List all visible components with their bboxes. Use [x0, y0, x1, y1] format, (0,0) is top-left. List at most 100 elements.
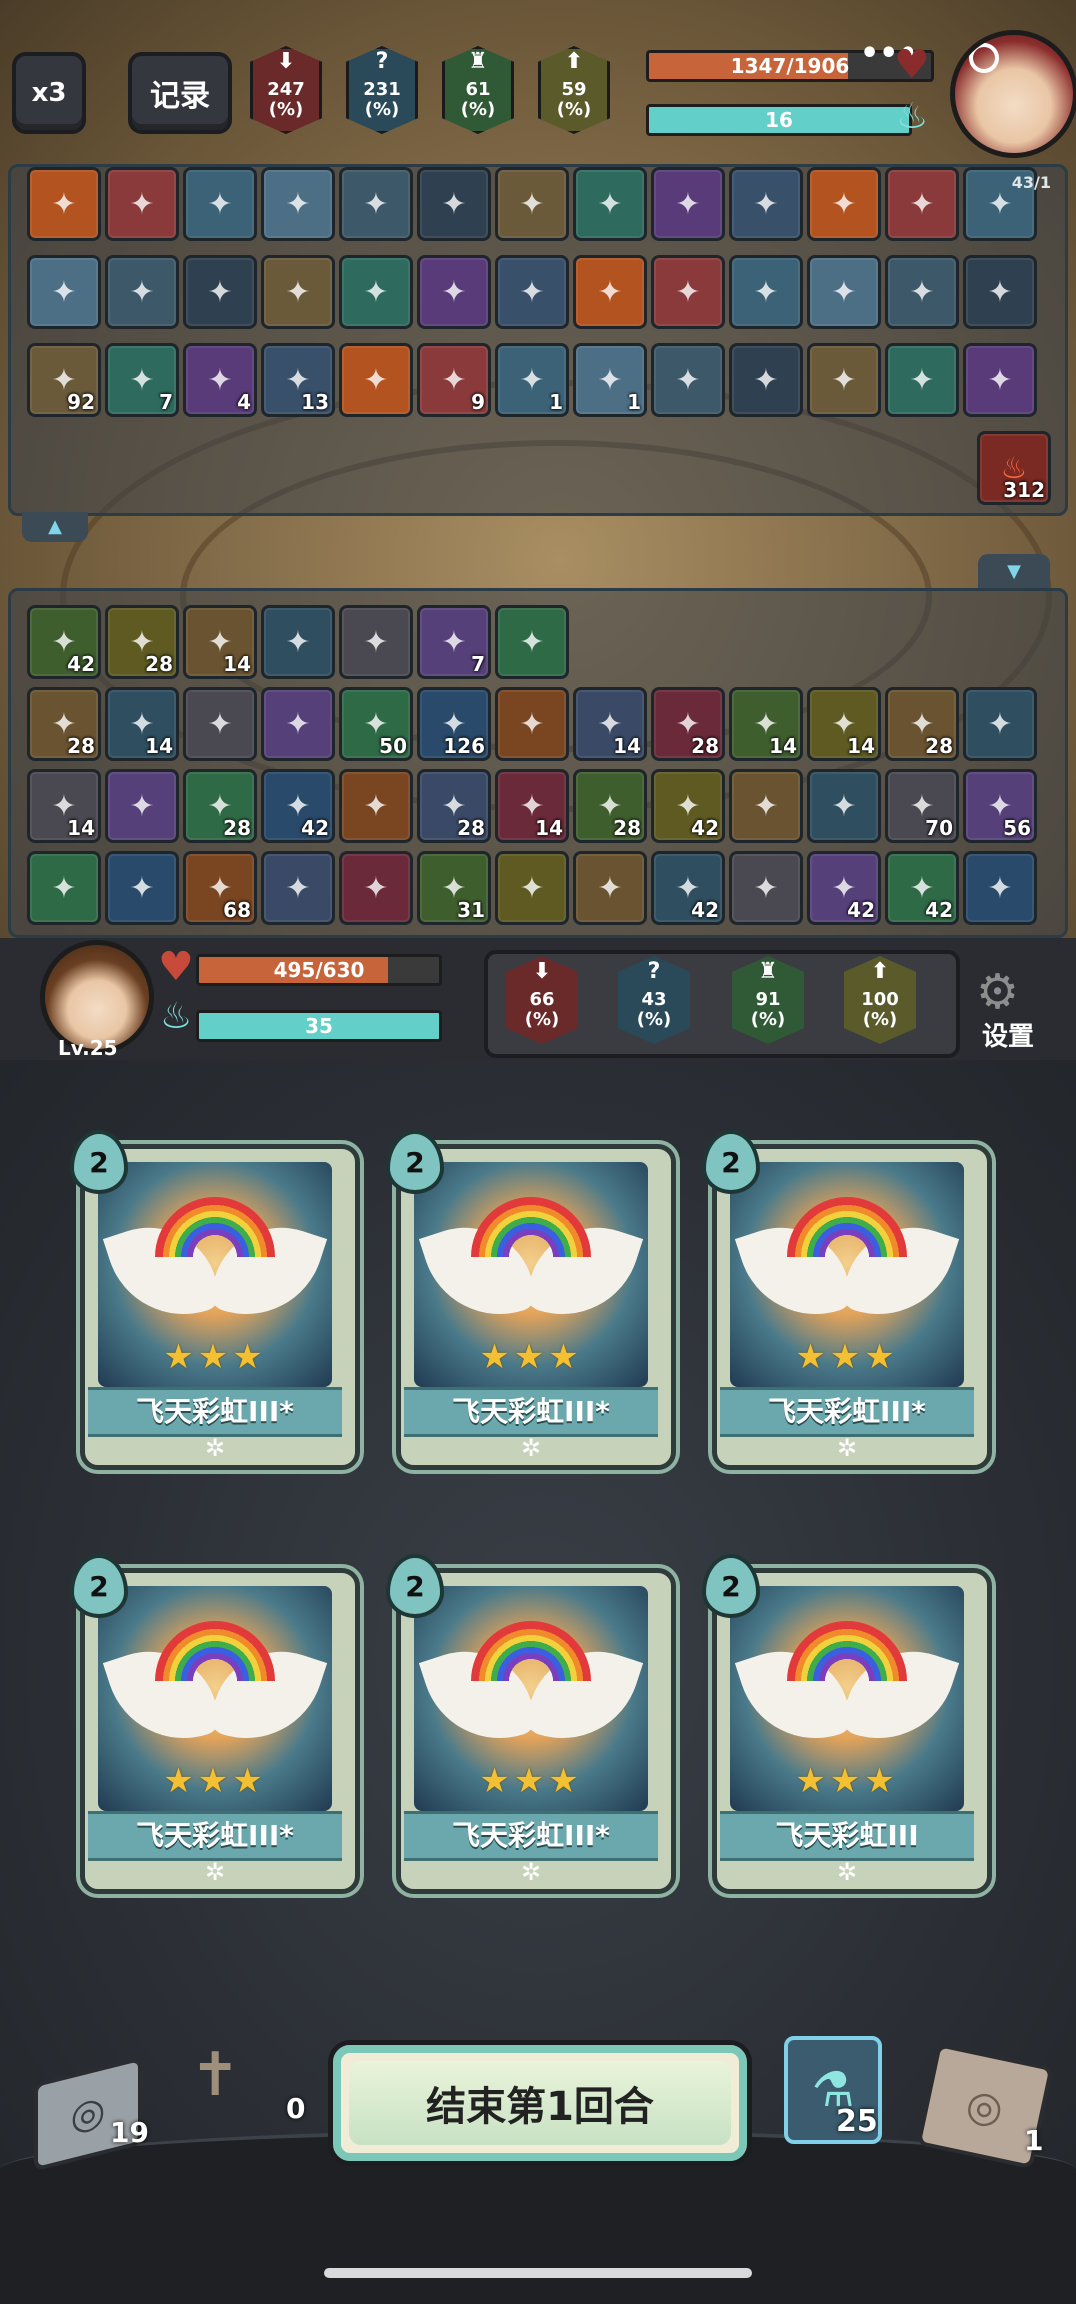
- player-item[interactable]: ✦: [573, 851, 647, 925]
- player-item[interactable]: ✦ 14: [183, 605, 257, 679]
- enemy-item[interactable]: ✦: [963, 343, 1037, 417]
- enemy-item[interactable]: ✦: [495, 255, 569, 329]
- hand-card[interactable]: ★★★ 飞天彩虹III* ✲ 2: [386, 1554, 676, 1894]
- enemy-item[interactable]: ✦: [339, 255, 413, 329]
- enemy-item[interactable]: ✦: [573, 255, 647, 329]
- enemy-item[interactable]: ✦ 1: [495, 343, 569, 417]
- player-item[interactable]: ✦ 126: [417, 687, 491, 761]
- enemy-item[interactable]: ✦: [183, 167, 257, 241]
- player-stat[interactable]: ♜ 91 (%): [732, 956, 804, 1044]
- enemy-item[interactable]: ✦ 7: [105, 343, 179, 417]
- gear-icon[interactable]: ⚙: [976, 964, 1019, 1020]
- enemy-item[interactable]: ✦: [963, 255, 1037, 329]
- player-item[interactable]: ✦ 7: [417, 605, 491, 679]
- player-item[interactable]: ✦: [495, 851, 569, 925]
- end-turn-button[interactable]: 结束第1回合: [328, 2040, 752, 2166]
- player-item[interactable]: ✦ 14: [495, 769, 569, 843]
- enemy-item[interactable]: ✦: [651, 343, 725, 417]
- hand-card[interactable]: ★★★ 飞天彩虹III* ✲ 2: [70, 1554, 360, 1894]
- enemy-item[interactable]: ✦: [807, 255, 881, 329]
- player-item[interactable]: ✦ 14: [105, 687, 179, 761]
- enemy-stat-defense[interactable]: ♜ 61 (%): [442, 46, 514, 134]
- player-stat[interactable]: ? 43 (%): [618, 956, 690, 1044]
- grave-icon[interactable]: ✝: [190, 2040, 240, 2110]
- player-item[interactable]: ✦: [963, 851, 1037, 925]
- enemy-item[interactable]: ✦: [729, 343, 803, 417]
- enemy-item[interactable]: ✦: [261, 255, 335, 329]
- enemy-item[interactable]: ✦: [885, 167, 959, 241]
- player-item[interactable]: ✦ 28: [651, 687, 725, 761]
- player-stat[interactable]: ⬆ 100 (%): [844, 956, 916, 1044]
- player-item[interactable]: ✦ 14: [729, 687, 803, 761]
- enemy-item[interactable]: ✦: [27, 255, 101, 329]
- enemy-item[interactable]: ✦: [651, 167, 725, 241]
- player-item[interactable]: ✦ 28: [27, 687, 101, 761]
- player-item[interactable]: ✦: [729, 769, 803, 843]
- player-stat[interactable]: ⬇ 66 (%): [506, 956, 578, 1044]
- player-item[interactable]: ✦ 14: [573, 687, 647, 761]
- enemy-item[interactable]: ✦: [573, 167, 647, 241]
- player-item[interactable]: ✦ 56: [963, 769, 1037, 843]
- player-item[interactable]: ✦ 42: [885, 851, 959, 925]
- enemy-item[interactable]: ✦: [105, 255, 179, 329]
- player-item[interactable]: ✦ 70: [885, 769, 959, 843]
- enemy-avatar[interactable]: [950, 30, 1076, 158]
- enemy-item[interactable]: ✦: [417, 255, 491, 329]
- hand-card[interactable]: ★★★ 飞天彩虹III ✲ 2: [702, 1554, 992, 1894]
- player-item[interactable]: ✦ 31: [417, 851, 491, 925]
- player-item[interactable]: ✦ 28: [417, 769, 491, 843]
- player-item[interactable]: ✦: [339, 851, 413, 925]
- hand-card[interactable]: ★★★ 飞天彩虹III* ✲ 2: [702, 1130, 992, 1470]
- player-item[interactable]: ✦ 42: [651, 851, 725, 925]
- player-item[interactable]: ✦: [261, 605, 335, 679]
- player-item[interactable]: ✦: [105, 769, 179, 843]
- enemy-item[interactable]: ✦: [651, 255, 725, 329]
- player-item[interactable]: ✦: [261, 851, 335, 925]
- player-item[interactable]: ✦ 28: [885, 687, 959, 761]
- enemy-item[interactable]: ✦ 92: [27, 343, 101, 417]
- enemy-stat-attack[interactable]: ⬇ 247 (%): [250, 46, 322, 134]
- speed-button[interactable]: x3: [12, 52, 86, 134]
- enemy-item[interactable]: ✦: [885, 255, 959, 329]
- enemy-item[interactable]: ✦: [495, 167, 569, 241]
- enemy-item[interactable]: ✦ 13: [261, 343, 335, 417]
- target-icon[interactable]: [969, 43, 999, 73]
- player-item[interactable]: ✦ 42: [261, 769, 335, 843]
- player-item[interactable]: ✦: [807, 769, 881, 843]
- player-item[interactable]: ✦ 28: [573, 769, 647, 843]
- player-item[interactable]: ✦: [495, 605, 569, 679]
- burn-stack-icon[interactable]: ♨ 312: [977, 431, 1051, 505]
- enemy-item[interactable]: ✦: [339, 167, 413, 241]
- enemy-item[interactable]: ✦: [339, 343, 413, 417]
- enemy-item[interactable]: ✦: [729, 255, 803, 329]
- player-item[interactable]: ✦ 28: [183, 769, 257, 843]
- settings-label[interactable]: 设置: [982, 1016, 1034, 1053]
- player-item[interactable]: ✦ 14: [807, 687, 881, 761]
- enemy-item[interactable]: ✦: [729, 167, 803, 241]
- enemy-item[interactable]: ✦: [105, 167, 179, 241]
- player-item[interactable]: ✦: [183, 687, 257, 761]
- enemy-item[interactable]: ✦ 1: [573, 343, 647, 417]
- enemy-item[interactable]: ✦: [885, 343, 959, 417]
- player-item[interactable]: ✦: [495, 687, 569, 761]
- player-item[interactable]: ✦ 14: [27, 769, 101, 843]
- hand-card[interactable]: ★★★ 飞天彩虹III* ✲ 2: [70, 1130, 360, 1470]
- enemy-item[interactable]: ✦ 9: [417, 343, 491, 417]
- expand-player-panel-button[interactable]: ▼: [978, 554, 1050, 590]
- enemy-item[interactable]: ✦: [27, 167, 101, 241]
- player-item[interactable]: ✦: [339, 769, 413, 843]
- player-item[interactable]: ✦: [105, 851, 179, 925]
- player-item[interactable]: ✦ 42: [651, 769, 725, 843]
- player-item[interactable]: ✦: [963, 687, 1037, 761]
- collapse-enemy-panel-button[interactable]: ▲: [22, 512, 88, 542]
- enemy-item[interactable]: ✦: [417, 167, 491, 241]
- hand-card[interactable]: ★★★ 飞天彩虹III* ✲ 2: [386, 1130, 676, 1470]
- enemy-item[interactable]: ✦: [261, 167, 335, 241]
- player-item[interactable]: ✦: [729, 851, 803, 925]
- player-item[interactable]: ✦ 28: [105, 605, 179, 679]
- enemy-item[interactable]: ✦ 4: [183, 343, 257, 417]
- player-item[interactable]: ✦ 50: [339, 687, 413, 761]
- enemy-item[interactable]: ✦: [807, 343, 881, 417]
- player-item[interactable]: ✦ 42: [27, 605, 101, 679]
- record-button[interactable]: 记录: [128, 52, 232, 134]
